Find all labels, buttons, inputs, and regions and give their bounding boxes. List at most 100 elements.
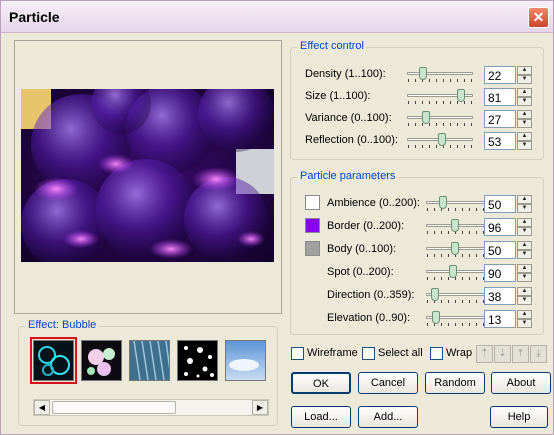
spin-down-icon[interactable]: ▼ bbox=[517, 204, 532, 213]
body-spinner[interactable]: ▲ ▼ bbox=[517, 241, 532, 259]
elevation-slider[interactable] bbox=[426, 311, 492, 329]
size-label: Size (1..100): bbox=[305, 90, 371, 102]
elevation-input[interactable]: 13 bbox=[484, 310, 516, 328]
wireframe-checkbox[interactable] bbox=[291, 347, 304, 360]
reflection-spinner[interactable]: ▲ ▼ bbox=[517, 132, 532, 150]
spin-down-icon[interactable]: ▼ bbox=[517, 319, 532, 328]
move-down-button[interactable]: ⇣ bbox=[494, 345, 511, 363]
particle-parameters-group: Particle parameters Ambience (0..200): 5… bbox=[290, 170, 544, 335]
title-bar[interactable]: Particle ✕ bbox=[1, 1, 553, 33]
arrow-top-icon: ⤒ bbox=[518, 348, 523, 359]
spot-input[interactable]: 90 bbox=[484, 264, 516, 282]
elevation-spinner[interactable]: ▲ ▼ bbox=[517, 310, 532, 328]
help-button[interactable]: Help bbox=[490, 406, 548, 428]
ambience-spinner[interactable]: ▲ ▼ bbox=[517, 195, 532, 213]
spin-down-icon[interactable]: ▼ bbox=[517, 273, 532, 282]
spin-down-icon[interactable]: ▼ bbox=[517, 141, 532, 150]
scroll-right-icon[interactable]: ▶ bbox=[252, 400, 268, 415]
direction-input[interactable]: 38 bbox=[484, 287, 516, 305]
spin-down-icon[interactable]: ▼ bbox=[517, 119, 532, 128]
cancel-button[interactable]: Cancel bbox=[358, 372, 418, 394]
density-label: Density (1..100): bbox=[305, 68, 386, 80]
arrow-bottom-icon: ⤓ bbox=[536, 348, 541, 359]
effect-thumbnail-snow[interactable] bbox=[177, 340, 218, 381]
density-input[interactable]: 22 bbox=[484, 66, 516, 84]
random-button[interactable]: Random bbox=[425, 372, 485, 394]
reflection-input[interactable]: 53 bbox=[484, 132, 516, 150]
effect-thumbnail-sky[interactable] bbox=[225, 340, 266, 381]
body-label: Body (0..100): bbox=[327, 243, 397, 255]
border-slider[interactable] bbox=[426, 219, 492, 237]
move-bottom-button[interactable]: ⤓ bbox=[530, 345, 547, 363]
border-input[interactable]: 96 bbox=[484, 218, 516, 236]
effect-gallery-legend: Effect: Bubble bbox=[25, 319, 100, 331]
effect-thumbnail-glow[interactable] bbox=[81, 340, 122, 381]
preview-pane bbox=[14, 40, 282, 314]
variance-input[interactable]: 27 bbox=[484, 110, 516, 128]
select-all-checkbox[interactable] bbox=[362, 347, 375, 360]
scroll-left-icon[interactable]: ◀ bbox=[34, 400, 50, 415]
spin-up-icon[interactable]: ▲ bbox=[517, 310, 532, 319]
spin-up-icon[interactable]: ▲ bbox=[517, 132, 532, 141]
wrap-label: Wrap bbox=[446, 347, 473, 359]
gallery-scrollbar[interactable]: ◀ ▶ bbox=[33, 399, 269, 416]
border-spinner[interactable]: ▲ ▼ bbox=[517, 218, 532, 236]
arrow-up-icon: ⇡ bbox=[480, 348, 489, 359]
effect-thumbnail-bubble[interactable] bbox=[30, 337, 77, 384]
spin-up-icon[interactable]: ▲ bbox=[517, 287, 532, 296]
close-button[interactable]: ✕ bbox=[528, 7, 549, 28]
spin-up-icon[interactable]: ▲ bbox=[517, 66, 532, 75]
border-label: Border (0..200): bbox=[327, 220, 405, 232]
variance-spinner[interactable]: ▲ ▼ bbox=[517, 110, 532, 128]
move-top-button[interactable]: ⤒ bbox=[512, 345, 529, 363]
body-input[interactable]: 50 bbox=[484, 241, 516, 259]
spin-up-icon[interactable]: ▲ bbox=[517, 218, 532, 227]
direction-label: Direction (0..359): bbox=[327, 289, 415, 301]
reflection-label: Reflection (0..100): bbox=[305, 134, 398, 146]
spin-up-icon[interactable]: ▲ bbox=[517, 195, 532, 204]
load-button[interactable]: Load... bbox=[291, 406, 351, 428]
ok-button[interactable]: OK bbox=[291, 372, 351, 394]
spin-up-icon[interactable]: ▲ bbox=[517, 241, 532, 250]
spin-up-icon[interactable]: ▲ bbox=[517, 110, 532, 119]
size-slider[interactable] bbox=[407, 89, 473, 107]
direction-slider[interactable] bbox=[426, 288, 492, 306]
density-slider[interactable] bbox=[407, 67, 473, 85]
effect-gallery-group: Effect: Bubble ◀ ▶ bbox=[18, 319, 278, 426]
ambience-label: Ambience (0..200): bbox=[327, 197, 420, 209]
about-button[interactable]: About bbox=[491, 372, 551, 394]
select-all-label: Select all bbox=[378, 347, 423, 359]
size-input[interactable]: 81 bbox=[484, 88, 516, 106]
ambience-color-swatch[interactable] bbox=[305, 195, 320, 210]
preview-image bbox=[21, 89, 274, 262]
ambience-slider[interactable] bbox=[426, 196, 492, 214]
spot-slider[interactable] bbox=[426, 265, 492, 283]
spin-up-icon[interactable]: ▲ bbox=[517, 264, 532, 273]
gallery-scroll-thumb[interactable] bbox=[52, 401, 176, 414]
elevation-label: Elevation (0..90): bbox=[327, 312, 411, 324]
ambience-input[interactable]: 50 bbox=[484, 195, 516, 213]
spin-down-icon[interactable]: ▼ bbox=[517, 75, 532, 84]
spin-up-icon[interactable]: ▲ bbox=[517, 88, 532, 97]
spin-down-icon[interactable]: ▼ bbox=[517, 227, 532, 236]
effect-control-group: Effect control Density (1..100): 22 ▲ ▼ S… bbox=[290, 40, 544, 160]
body-slider[interactable] bbox=[426, 242, 492, 260]
density-spinner[interactable]: ▲ ▼ bbox=[517, 66, 532, 84]
move-up-button[interactable]: ⇡ bbox=[476, 345, 493, 363]
spin-down-icon[interactable]: ▼ bbox=[517, 97, 532, 106]
wrap-checkbox[interactable] bbox=[430, 347, 443, 360]
arrow-down-icon: ⇣ bbox=[498, 348, 507, 359]
spin-down-icon[interactable]: ▼ bbox=[517, 296, 532, 305]
wireframe-label: Wireframe bbox=[307, 347, 358, 359]
add-button[interactable]: Add... bbox=[358, 406, 418, 428]
body-color-swatch[interactable] bbox=[305, 241, 320, 256]
border-color-swatch[interactable] bbox=[305, 218, 320, 233]
variance-slider[interactable] bbox=[407, 111, 473, 129]
size-spinner[interactable]: ▲ ▼ bbox=[517, 88, 532, 106]
direction-spinner[interactable]: ▲ ▼ bbox=[517, 287, 532, 305]
reflection-slider[interactable] bbox=[407, 133, 473, 151]
spin-down-icon[interactable]: ▼ bbox=[517, 250, 532, 259]
variance-label: Variance (0..100): bbox=[305, 112, 392, 124]
spot-spinner[interactable]: ▲ ▼ bbox=[517, 264, 532, 282]
effect-thumbnail-rain[interactable] bbox=[129, 340, 171, 381]
